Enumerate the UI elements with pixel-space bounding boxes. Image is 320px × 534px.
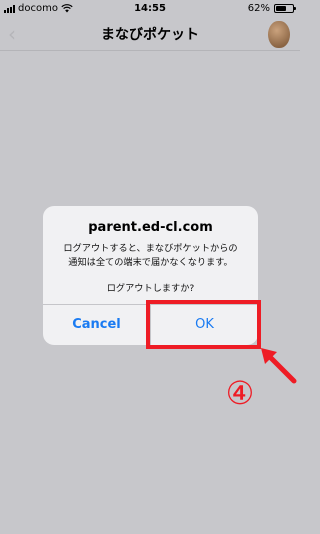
battery-percentage: 62% xyxy=(247,3,270,14)
battery-icon xyxy=(274,4,296,13)
alert-message-line: ログアウトすると、まなびポケットからの xyxy=(63,243,238,254)
navigation-bar: ‹ まなびポケット xyxy=(0,18,300,51)
alert-message-line: 通知は全ての端末で届かなくなります。 xyxy=(68,257,233,268)
status-bar: docomo 14:55 62% xyxy=(0,0,300,18)
alert-title: parent.ed-cl.com xyxy=(88,220,213,235)
battery-level xyxy=(276,6,286,11)
pointer-arrow-icon xyxy=(261,348,297,384)
avatar[interactable] xyxy=(268,21,290,48)
step-number-label: ④ xyxy=(225,374,255,412)
highlight-box xyxy=(146,300,261,349)
alert-message: ログアウトすると、まなびポケットからの 通知は全ての端末で届かなくなります。 ロ… xyxy=(49,242,252,296)
alert-question: ログアウトしますか? xyxy=(106,283,195,294)
page-title: まなびポケット xyxy=(101,27,199,43)
status-right: 62% xyxy=(247,3,296,14)
cancel-button[interactable]: Cancel xyxy=(43,305,150,345)
